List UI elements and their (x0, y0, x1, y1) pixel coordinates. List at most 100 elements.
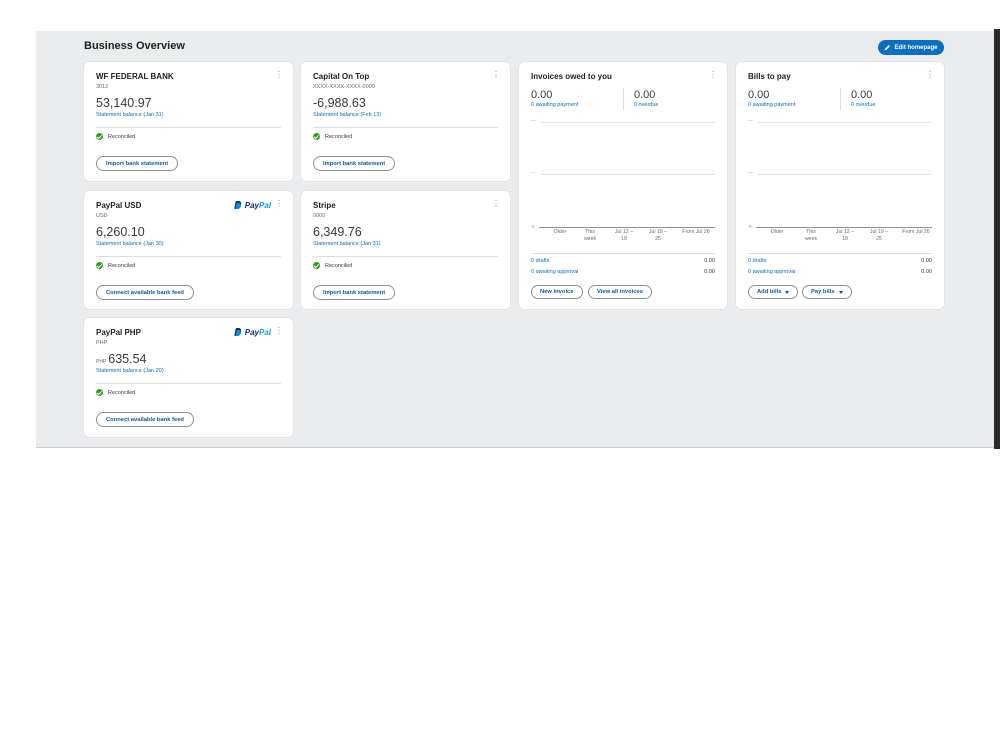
x-label: Jul 19 – 25 (869, 229, 889, 242)
awaiting-approval-row: 0 awaiting approval 0.00 (748, 269, 932, 275)
x-label: From Jul 26 (682, 229, 710, 235)
add-bills-label: Add bills (757, 289, 782, 295)
x-label: Jul 12 – 18 (614, 229, 634, 242)
account-balance: -6,988.63 (313, 96, 366, 110)
divider (96, 127, 281, 128)
x-label: Older (553, 229, 567, 235)
overdue-link[interactable]: 0 overdue (851, 102, 875, 108)
divider (748, 253, 932, 254)
page-title: Business Overview (84, 40, 185, 52)
drafts-value: 0.00 (704, 258, 715, 264)
statement-balance-link[interactable]: Statement balance (Feb 13) (313, 112, 381, 118)
account-balance: 53,140.97 (96, 96, 152, 110)
statement-balance-link[interactable]: Statement balance (Jan 31) (96, 112, 164, 118)
account-currency: PHP (96, 340, 108, 346)
grid-tick: — (531, 170, 536, 175)
account-amount: 635.54 (108, 352, 147, 366)
import-bank-statement-button[interactable]: Import bank statement (313, 156, 396, 171)
divider (313, 127, 498, 128)
new-invoice-button[interactable]: New invoice (531, 285, 583, 299)
metric-value: 0.00 (531, 89, 553, 101)
drafts-value: 0.00 (921, 258, 932, 264)
metric-value: 0.00 (851, 89, 873, 101)
awaiting-approval-value: 0.00 (921, 269, 932, 275)
pay-bills-button[interactable]: Pay bills (802, 285, 852, 299)
connect-bank-feed-button[interactable]: Connect available bank feed (96, 285, 194, 300)
paypal-pay-text: Pay (244, 328, 259, 337)
import-bank-statement-button[interactable]: Import bank statement (96, 156, 179, 171)
awaiting-payment-metric: 0.00 0 awaiting payment (531, 89, 578, 108)
kebab-menu-icon[interactable]: ⋮ (275, 327, 283, 335)
import-bank-statement-button[interactable]: Import bank statement (313, 285, 396, 300)
kebab-menu-icon[interactable]: ⋮ (275, 200, 283, 208)
divider (623, 88, 624, 110)
add-bills-button[interactable]: Add bills (748, 285, 799, 299)
reconciled-label: Reconciled (108, 389, 136, 396)
metric-value: 0.00 (748, 89, 770, 101)
x-label: Older (770, 229, 784, 235)
widget-title: Invoices owed to you (531, 72, 612, 81)
awaiting-payment-link[interactable]: 0 awaiting payment (531, 102, 578, 108)
caret-down-icon (838, 290, 843, 294)
kebab-menu-icon[interactable]: ⋮ (492, 200, 500, 208)
connect-bank-feed-button[interactable]: Connect available bank feed (96, 412, 194, 427)
account-balance: 6,260.10 (96, 225, 145, 239)
kebab-menu-icon[interactable]: ⋮ (926, 71, 934, 79)
grid-line (758, 174, 932, 175)
account-number: 3012 (96, 84, 109, 90)
account-name: Stripe (313, 201, 336, 210)
paypal-pal-text: Pal (258, 328, 271, 337)
x-axis (539, 227, 715, 228)
paypal-pay-text: Pay (244, 201, 259, 210)
account-amount: 6,260.10 (96, 225, 145, 239)
reconciled-status: Reconciled (313, 262, 352, 269)
account-card: WF FEDERAL BANK ⋮ 3012 53,140.97 Stateme… (84, 62, 293, 181)
drafts-link[interactable]: 0 drafts (531, 258, 549, 264)
metric-value: 0.00 (634, 89, 656, 101)
account-balance: PHP 635.54 (96, 352, 147, 366)
paypal-wordmark: PayPal (245, 201, 271, 210)
account-amount: 53,140.97 (96, 96, 152, 110)
overdue-link[interactable]: 0 overdue (634, 102, 658, 108)
drafts-row: 0 drafts 0.00 (531, 258, 715, 264)
kebab-menu-icon[interactable]: ⋮ (709, 71, 717, 79)
grid-line (541, 122, 715, 123)
check-circle-icon (96, 133, 103, 140)
account-card: Stripe ⋮ 0000 6,349.76 Statement balance… (301, 191, 510, 309)
awaiting-payment-metric: 0.00 0 awaiting payment (748, 89, 795, 108)
pay-bills-label: Pay bills (811, 289, 835, 295)
check-circle-icon (96, 262, 103, 269)
axis-zero-label: 0 (749, 224, 752, 229)
divider (313, 256, 498, 257)
x-label: From Jul 26 (902, 229, 930, 235)
statement-balance-link[interactable]: Statement balance (Jan 20) (96, 368, 164, 374)
awaiting-approval-link[interactable]: 0 awaiting approval (531, 269, 578, 275)
reconciled-label: Reconciled (325, 262, 353, 269)
awaiting-approval-link[interactable]: 0 awaiting approval (748, 269, 795, 275)
overdue-metric: 0.00 0 overdue (634, 89, 658, 108)
statement-balance-link[interactable]: Statement balance (Jan 31) (313, 241, 381, 247)
account-amount: -6,988.63 (313, 96, 366, 110)
paypal-mark-icon (235, 201, 242, 210)
drafts-link[interactable]: 0 drafts (748, 258, 766, 264)
reconciled-status: Reconciled (313, 133, 352, 140)
account-card: Capital On Top ⋮ XXXX-XXXX-XXXX-0000 -6,… (301, 62, 510, 181)
bills-widget: Bills to pay ⋮ 0.00 0 awaiting payment 0… (736, 62, 944, 309)
kebab-menu-icon[interactable]: ⋮ (492, 71, 500, 79)
drafts-row: 0 drafts 0.00 (748, 258, 932, 264)
kebab-menu-icon[interactable]: ⋮ (275, 71, 283, 79)
reconciled-status: Reconciled (96, 262, 135, 269)
statement-balance-link[interactable]: Statement balance (Jan 30) (96, 241, 164, 247)
check-circle-icon (96, 389, 103, 396)
paypal-logo: PayPal (235, 201, 271, 210)
account-card: PayPal USD PayPal ⋮ USD 6,260.10 Stateme… (84, 191, 293, 309)
view-all-invoices-button[interactable]: View all invoices (588, 285, 652, 299)
edit-homepage-label: Edit homepage (894, 44, 938, 51)
window-scrollbar[interactable] (994, 29, 1000, 449)
grid-tick: — (531, 118, 536, 123)
divider (531, 253, 715, 254)
awaiting-payment-link[interactable]: 0 awaiting payment (748, 102, 795, 108)
account-currency: USD (96, 213, 108, 219)
edit-homepage-button[interactable]: Edit homepage (878, 40, 944, 55)
account-name: PayPal USD (96, 201, 142, 210)
